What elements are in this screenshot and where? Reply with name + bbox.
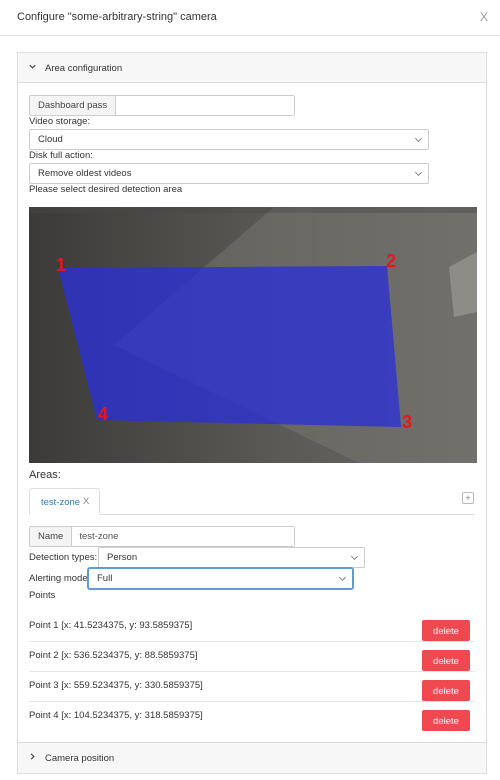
camera-position-panel: Camera position <box>17 742 487 774</box>
zone-point-label: 2 <box>386 251 396 271</box>
area-configuration-header[interactable]: Area configuration <box>18 53 486 83</box>
detection-types-select[interactable]: Person <box>98 547 365 568</box>
chevron-down-icon <box>338 573 347 582</box>
zone-point-label: 4 <box>98 404 108 424</box>
dashboard-pass-group: Dashboard pass <box>29 95 295 116</box>
list-item: Point 2 [x: 536.5234375, y: 88.5859375] … <box>29 642 475 672</box>
panel-title: Camera position <box>45 753 115 764</box>
point-text: Point 3 [x: 559.5234375, y: 330.5859375] <box>29 680 203 691</box>
video-storage-label: Video storage: <box>29 116 91 127</box>
dashboard-pass-input[interactable] <box>116 96 294 115</box>
point-text: Point 1 [x: 41.5234375, y: 93.5859375] <box>29 620 193 631</box>
zone-name-label: Name <box>30 527 73 546</box>
disk-full-value: Remove oldest videos <box>38 168 132 179</box>
chevron-right-icon <box>28 752 37 764</box>
disk-full-label: Disk full action: <box>29 150 93 161</box>
point-text: Point 2 [x: 536.5234375, y: 88.5859375] <box>29 650 198 661</box>
areas-heading: Areas: <box>29 469 61 481</box>
detection-types-label: Detection types: <box>29 552 98 563</box>
add-zone-button[interactable]: + <box>462 492 474 504</box>
list-item: Point 4 [x: 104.5234375, y: 318.5859375]… <box>29 702 475 732</box>
detection-types-value: Person <box>107 552 138 563</box>
dashboard-pass-label: Dashboard pass <box>30 96 117 115</box>
modal-header: Configure "some-arbitrary-string" camera… <box>0 0 500 36</box>
alerting-mode-value: Full <box>97 573 113 584</box>
delete-button[interactable]: delete <box>422 710 470 731</box>
list-item: Point 3 [x: 559.5234375, y: 330.5859375]… <box>29 672 475 702</box>
zone-point-label: 3 <box>402 412 412 432</box>
tab-label: test-zone <box>41 497 81 508</box>
detection-zone-polygon <box>58 266 401 427</box>
zone-name-input[interactable] <box>72 527 294 546</box>
close-icon[interactable]: X <box>480 10 488 24</box>
delete-button[interactable]: delete <box>422 620 470 641</box>
disk-full-select[interactable]: Remove oldest videos <box>29 163 429 184</box>
video-storage-select[interactable]: Cloud <box>29 129 429 150</box>
list-item: Point 1 [x: 41.5234375, y: 93.5859375] d… <box>29 612 475 642</box>
chevron-down-icon <box>414 168 423 177</box>
tab-test-zone[interactable]: test-zone X <box>29 488 100 515</box>
chevron-down-icon <box>350 552 359 561</box>
points-heading: Points <box>29 590 56 601</box>
chevron-down-icon <box>414 134 423 143</box>
point-text: Point 4 [x: 104.5234375, y: 318.5859375] <box>29 710 203 721</box>
close-icon[interactable]: X <box>83 496 89 507</box>
detection-area-prompt: Please select desired detection area <box>29 184 183 195</box>
delete-button[interactable]: delete <box>422 650 470 671</box>
video-storage-value: Cloud <box>38 134 63 145</box>
panel-title: Area configuration <box>45 63 123 74</box>
detection-area-canvas[interactable]: 1 2 3 4 <box>29 207 477 463</box>
zone-point-label: 1 <box>56 255 66 275</box>
camera-position-header[interactable]: Camera position <box>18 743 486 773</box>
camera-image: 1 2 3 4 <box>29 207 477 463</box>
chevron-down-icon <box>28 62 37 74</box>
modal-title: Configure "some-arbitrary-string" camera <box>17 11 217 23</box>
alerting-mode-select[interactable]: Full <box>88 568 353 589</box>
zone-name-group: Name <box>29 526 295 547</box>
alerting-mode-label: Alerting mode <box>29 573 88 584</box>
delete-button[interactable]: delete <box>422 680 470 701</box>
